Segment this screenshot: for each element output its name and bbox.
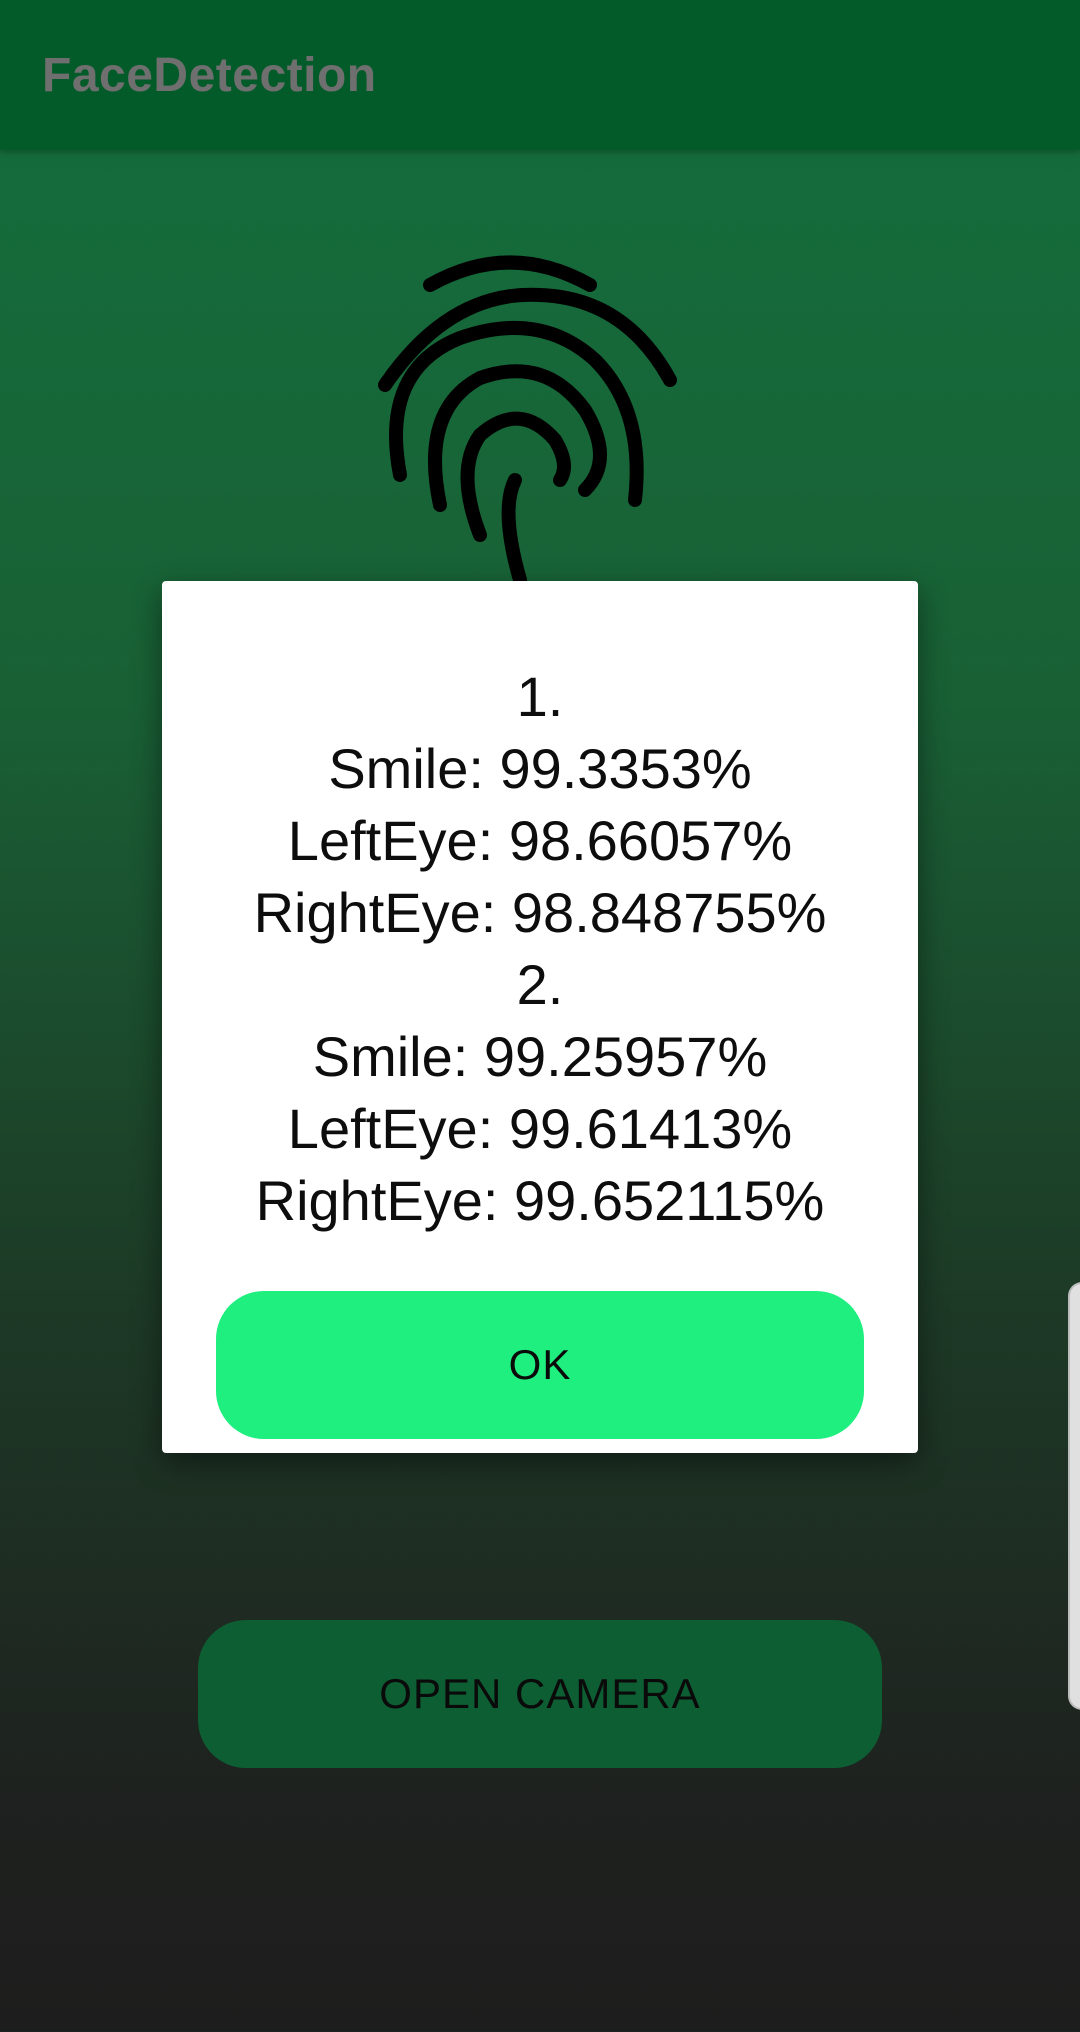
face-1-smile: Smile: 99.3353% <box>328 737 752 800</box>
face-2-right-eye: RightEye: 99.652115% <box>255 1169 825 1232</box>
face-2-left-eye: LeftEye: 99.61413% <box>287 1097 793 1160</box>
results-text: 1. Smile: 99.3353% LeftEye: 98.66057% Ri… <box>162 661 918 1237</box>
face-1-right-eye: RightEye: 98.848755% <box>253 881 827 944</box>
face-2-smile: Smile: 99.25957% <box>312 1025 768 1088</box>
face-results-dialog: 1. Smile: 99.3353% LeftEye: 98.66057% Ri… <box>162 581 918 1453</box>
face-2-index: 2. <box>516 953 564 1016</box>
ok-button[interactable]: OK <box>216 1291 864 1439</box>
face-1-left-eye: LeftEye: 98.66057% <box>287 809 793 872</box>
face-1-index: 1. <box>516 665 564 728</box>
